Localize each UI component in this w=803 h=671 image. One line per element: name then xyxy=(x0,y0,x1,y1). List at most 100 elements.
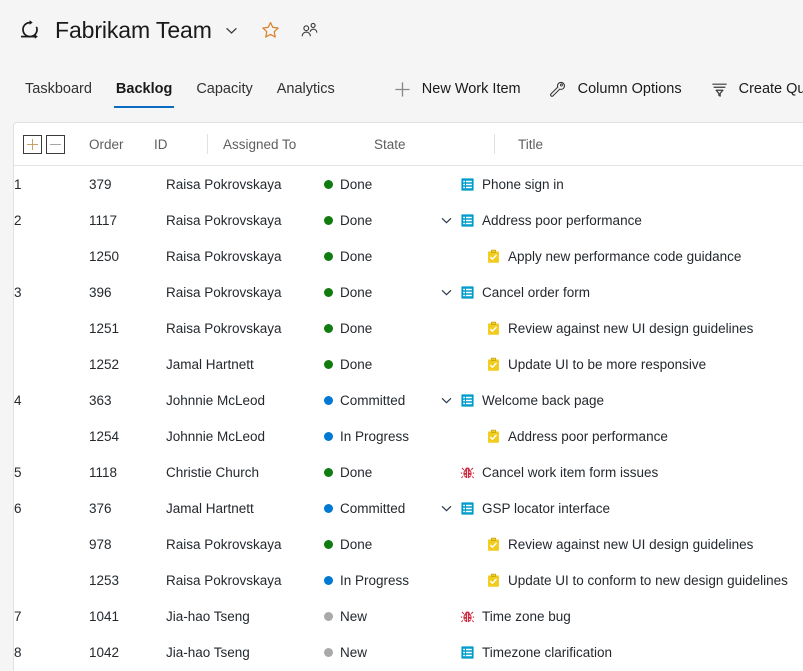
cell-id[interactable]: 1117 xyxy=(89,213,149,228)
star-outline-icon[interactable] xyxy=(261,21,280,40)
work-item-title[interactable]: Update UI to conform to new design guide… xyxy=(508,573,788,588)
table-row[interactable]: 2 1117 Raisa Pokrovskaya Done Address poor p… xyxy=(14,202,803,238)
cell-assigned-to: Raisa Pokrovskaya xyxy=(166,320,282,336)
cell-state: Committed xyxy=(314,393,429,408)
cell-title: GSP locator interface xyxy=(429,500,803,516)
cell-id[interactable]: 396 xyxy=(89,285,149,300)
cell-state: Done xyxy=(314,537,429,552)
chevron-down-icon[interactable] xyxy=(433,286,459,299)
column-header-id[interactable]: ID xyxy=(149,123,207,165)
cell-assigned-to: Raisa Pokrovskaya xyxy=(166,212,282,228)
cell-order: 5 xyxy=(14,464,22,480)
table-row[interactable]: 1251 Raisa Pokrovskaya Done Review against … xyxy=(14,310,803,346)
state-label: Committed xyxy=(340,500,406,516)
table-row[interactable]: 5 1118 Christie Church Done Cancel work item… xyxy=(14,454,803,490)
work-item-title[interactable]: Cancel order form xyxy=(482,285,590,300)
table-row[interactable]: 7 1041 Jia-hao Tseng New Time zone bug xyxy=(14,598,803,634)
chevron-down-icon[interactable] xyxy=(433,394,459,407)
state-label: Done xyxy=(340,536,373,552)
create-query-button[interactable]: Create Query xyxy=(696,60,803,118)
column-header-assigned-to[interactable]: Assigned To xyxy=(207,123,374,165)
cell-id[interactable]: 1253 xyxy=(89,573,149,588)
column-header-order[interactable]: Order xyxy=(89,123,149,165)
work-item-title[interactable]: Apply new performance code guidance xyxy=(508,249,741,264)
toolbar-actions: New Work Item Column Options Create Quer… xyxy=(379,60,803,118)
table-row[interactable]: 1250 Raisa Pokrovskaya Done Apply new perfo… xyxy=(14,238,803,274)
work-item-title[interactable]: Address poor performance xyxy=(482,213,642,228)
cell-order: 3 xyxy=(14,284,22,300)
work-item-title[interactable]: Review against new UI design guidelines xyxy=(508,321,753,336)
work-item-title[interactable]: Update UI to be more responsive xyxy=(508,357,706,372)
work-item-title[interactable]: Cancel work item form issues xyxy=(482,465,658,480)
sprint-refresh-icon xyxy=(17,17,43,43)
work-item-title[interactable]: Time zone bug xyxy=(482,609,571,624)
table-row[interactable]: 978 Raisa Pokrovskaya Done Review against n… xyxy=(14,526,803,562)
work-item-title[interactable]: Review against new UI design guidelines xyxy=(508,537,753,552)
cell-title: Phone sign in xyxy=(429,176,803,192)
task-icon xyxy=(485,536,501,552)
table-row[interactable]: 8 1042 Jia-hao Tseng New Timezone clarificat… xyxy=(14,634,803,670)
table-row[interactable]: 1253 Raisa Pokrovskaya In Progress Update U… xyxy=(14,562,803,598)
table-row[interactable]: 1252 Jamal Hartnett Done Update UI to be mo… xyxy=(14,346,803,382)
tab-analytics[interactable]: Analytics xyxy=(265,60,347,118)
column-header-state[interactable]: State xyxy=(374,123,494,165)
column-header-label: Assigned To xyxy=(223,136,297,152)
column-options-button[interactable]: Column Options xyxy=(535,60,696,118)
table-row[interactable]: 4 363 Johnnie McLeod Committed Welcome back … xyxy=(14,382,803,418)
status-dot xyxy=(324,179,333,189)
column-header-title[interactable]: Title xyxy=(494,123,803,165)
tab-label: Backlog xyxy=(115,81,173,97)
work-item-title[interactable]: Phone sign in xyxy=(482,177,564,192)
cell-id[interactable]: 1041 xyxy=(89,609,149,624)
cell-assigned-to: Raisa Pokrovskaya xyxy=(166,176,282,192)
cell-state: Done xyxy=(314,285,429,300)
new-work-item-button[interactable]: New Work Item xyxy=(379,60,535,118)
cell-id[interactable]: 1252 xyxy=(89,357,149,372)
status-dot xyxy=(324,611,333,621)
cell-id[interactable]: 363 xyxy=(89,393,149,408)
expand-all-button[interactable] xyxy=(23,134,42,154)
status-dot xyxy=(324,575,333,585)
cell-state: Done xyxy=(314,213,429,228)
state-label: Done xyxy=(340,464,373,480)
column-header-label: ID xyxy=(154,136,168,152)
cell-id[interactable]: 1042 xyxy=(89,645,149,660)
tab-backlog[interactable]: Backlog xyxy=(104,60,184,118)
cell-assigned-to: Jamal Hartnett xyxy=(166,356,254,372)
cell-id[interactable]: 379 xyxy=(89,177,149,192)
cell-id[interactable]: 1254 xyxy=(89,429,149,444)
backlog-grid: Order ID Assigned To State Title 1 379 Rai… xyxy=(13,122,803,671)
cell-assigned-to: Jamal Hartnett xyxy=(166,500,254,516)
cell-assigned-to: Jia-hao Tseng xyxy=(166,608,250,624)
work-item-title[interactable]: GSP locator interface xyxy=(482,501,610,516)
status-dot xyxy=(324,539,333,549)
cell-state: In Progress xyxy=(314,573,429,588)
table-row[interactable]: 1 379 Raisa Pokrovskaya Done Phone sign in xyxy=(14,166,803,202)
state-label: Done xyxy=(340,284,373,300)
tab-taskboard[interactable]: Taskboard xyxy=(13,60,104,118)
work-item-title[interactable]: Timezone clarification xyxy=(482,645,612,660)
cell-title: Update UI to conform to new design guide… xyxy=(429,572,803,588)
cell-id[interactable]: 376 xyxy=(89,501,149,516)
cell-state: Committed xyxy=(314,501,429,516)
cell-order: 1 xyxy=(14,176,22,192)
tab-capacity[interactable]: Capacity xyxy=(184,60,264,118)
task-icon xyxy=(485,320,501,336)
chevron-down-icon[interactable] xyxy=(224,23,239,38)
chevron-down-icon[interactable] xyxy=(433,214,459,227)
command-label: New Work Item xyxy=(421,81,521,97)
table-row[interactable]: 3 396 Raisa Pokrovskaya Done Cancel order fo… xyxy=(14,274,803,310)
table-row[interactable]: 6 376 Jamal Hartnett Committed GSP locator i… xyxy=(14,490,803,526)
cell-id[interactable]: 1250 xyxy=(89,249,149,264)
cell-id[interactable]: 1251 xyxy=(89,321,149,336)
cell-id[interactable]: 978 xyxy=(89,537,149,552)
work-item-title[interactable]: Address poor performance xyxy=(508,429,668,444)
cell-assigned-to: Johnnie McLeod xyxy=(166,392,266,408)
work-item-title[interactable]: Welcome back page xyxy=(482,393,604,408)
table-row[interactable]: 1254 Johnnie McLeod In Progress Address poo… xyxy=(14,418,803,454)
cell-id[interactable]: 1118 xyxy=(89,465,149,480)
chevron-down-icon[interactable] xyxy=(433,502,459,515)
collapse-all-button[interactable] xyxy=(46,134,65,154)
title-bar: Fabrikam Team xyxy=(0,0,803,60)
people-icon[interactable] xyxy=(300,21,319,40)
